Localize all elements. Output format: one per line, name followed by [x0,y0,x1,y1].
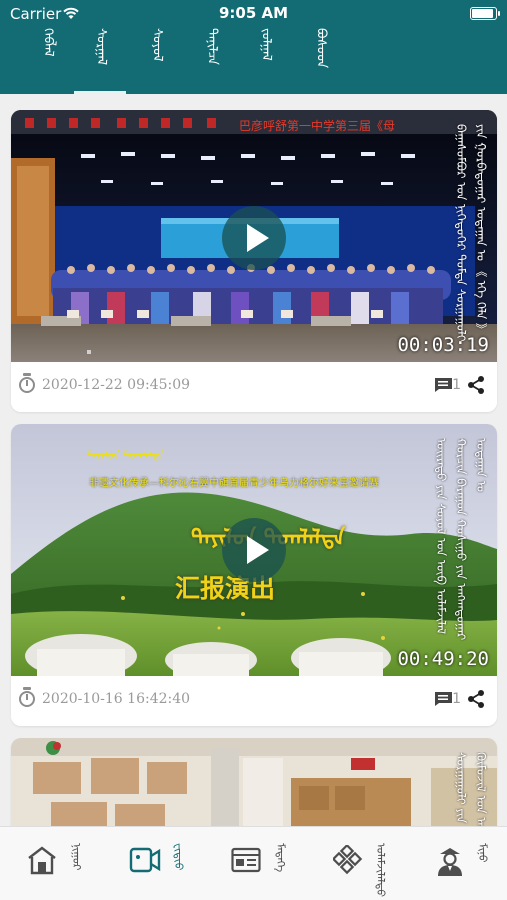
video-title: ᠣᠢᠷᠠᠳᠤ ᠶᠢᠨ ᠰᠣᠶᠣᠯ ᠤᠨ ᠥᠪ ᠤᠯᠠᠮᠵᠢᠯᠠᠯ ᠬᠣᠷᠴᠢᠨ … [434,438,488,641]
video-card[interactable]: ᠲᠠᠶᠢᠯᠤᠨ ᠲᠣᠭᠯᠠᠯᠲᠠ 非遗文化传承—科尔沁右翼中旗首届青少年乌力格尔… [11,424,497,726]
clock-time: 9:05 AM [218,4,289,22]
publish-date: 2020-12-22 09:45:09 [42,377,191,393]
banner-text: 非遗文化传承—科尔沁右翼中旗首届青少年乌力格尔好来宝邀请赛 [89,478,379,489]
news-icon [231,847,261,873]
tab-label: ᠲᠠᠨᠢᠯᠴᠠ [204,28,220,65]
video-title: ᠰᠤᠷᠭᠠᠭᠤᠯᠢ ᠶᠢᠨ ᠬᠦᠮᠦᠵᠢᠯ ᠤᠨ ᠠᠵᠢᠯ [454,752,488,826]
video-thumbnail[interactable]: 巴彦呼舒第一中学第三届《母 ᠪᠠᠭᠠᠰᠤᠮᠪᠤᠷ ᠤᠨ ᠨᠢᠭᠡᠳᠦᠭᠡᠷ ᠳᠤ… [11,110,497,362]
video-duration: 00:49:20 [397,648,489,670]
video-icon [129,847,161,873]
battery-level [472,9,493,18]
comment-icon[interactable] [434,377,453,393]
status-bar: Carrier 9:05 AM [0,0,507,28]
home-icon [28,846,56,875]
video-meta-bar: 2020-10-16 16:42:40 1 [11,676,497,726]
video-feed[interactable]: 巴彦呼舒第一中学第三届《母 ᠪᠠᠭᠠᠰᠤᠮᠪᠤᠷ ᠤᠨ ᠨᠢᠭᠡᠳᠦᠭᠡᠷ ᠳᠤ… [0,94,507,826]
tab-label: ᠪᠤᠰᠤᠳ [313,28,329,69]
tab-6[interactable]: ᠪᠤᠰᠤᠳ [296,26,346,94]
nav-news[interactable]: ᠮᠡᠳᠡᠭᠡ [231,837,291,893]
tab-3[interactable]: ᠰᠣᠶᠣᠯ [132,26,182,94]
video-thumbnail[interactable]: ᠲᠠᠶᠢᠯᠤᠨ ᠲᠣᠭᠯᠠᠯᠲᠠ 非遗文化传承—科尔沁右翼中旗首届青少年乌力格尔… [11,424,497,676]
video-card[interactable]: 巴彦呼舒第一中学第三届《母 ᠪᠠᠭᠠᠰᠤᠮᠪᠤᠷ ᠤᠨ ᠨᠢᠭᠡᠳᠦᠭᠡᠷ ᠳᠤ… [11,110,497,412]
tab-label: ᠵᠤᠯᠭᠠᠯ [258,28,274,61]
tab-label: ᠰᠤᠷᠭᠠᠯ [93,28,109,66]
play-button[interactable] [222,206,286,270]
nav-culture[interactable]: ᠤᠯᠠᠮᠵᠢᠯᠠᠯᠲᠤ [333,837,393,897]
comment-icon[interactable] [434,691,453,707]
tab-4[interactable]: ᠲᠠᠨᠢᠯᠴᠠ [187,26,237,94]
banner-text: 巴彦呼舒第一中学第三届《母 [239,119,396,133]
share-icon[interactable] [467,375,485,395]
video-card[interactable]: ᠰᠤᠷᠭᠠᠭᠤᠯᠢ ᠶᠢᠨ ᠬᠦᠮᠦᠵᠢᠯ ᠤᠨ ᠠᠵᠢᠯ [11,738,497,826]
nav-label: ᠤᠯᠠᠮᠵᠢᠯᠠᠯᠲᠤ [374,843,387,897]
bottom-navigation: ᠨᠢᠭᠤᠷ ᠸᠢᠳᠢᠤ ᠮᠡᠳᠡᠭᠡ ᠤᠯᠠᠮᠵᠢᠯᠠᠯᠲᠤ ᠮᠢᠨᠦ [0,826,507,900]
nav-home[interactable]: ᠨᠢᠭᠤᠷ [27,837,87,893]
play-button[interactable] [222,518,286,582]
tab-2[interactable]: ᠰᠤᠷᠭᠠᠯ [76,26,126,94]
classroom-photo [11,738,497,826]
nav-label: ᠮᠡᠳᠡᠭᠡ [274,843,287,873]
clock-icon [19,687,35,707]
tab-label: ᠰᠣᠶᠣᠯ [149,28,165,62]
nav-profile[interactable]: ᠮᠢᠨᠦ [435,837,495,893]
profile-icon [438,848,462,876]
category-tabs: ᠬᠡᠪᠯᠡᠯ ᠰᠤᠷᠭᠠᠯ ᠰᠣᠶᠣᠯ ᠲᠠᠨᠢᠯᠴᠠ ᠵᠤᠯᠭᠠᠯ ᠪᠤᠰᠤᠳ [0,26,507,94]
tab-1[interactable]: ᠬᠡᠪᠯᠡᠯ [23,26,73,94]
nav-label: ᠮᠢᠨᠦ [476,843,489,863]
banner-mongolian: ᠲᠠᠶᠢᠯᠤᠨ ᠲᠣᠭᠯᠠᠯᠲᠠ [87,449,164,462]
comment-count: 1 [452,377,461,393]
publish-date: 2020-10-16 16:42:40 [42,691,191,707]
share-icon[interactable] [467,689,485,709]
video-title: ᠪᠠᠭᠠᠰᠤᠮᠪᠤᠷ ᠤᠨ ᠨᠢᠭᠡᠳᠦᠭᠡᠷ ᠳᠤᠮᠳᠠ ᠰᠤᠷᠭᠠᠭᠤᠯᠢ … [454,124,488,342]
tab-5[interactable]: ᠵᠤᠯᠭᠠᠯ [241,26,291,94]
video-duration: 00:03:19 [397,334,489,356]
app-header: Carrier 9:05 AM ᠬᠡᠪᠯᠡᠯ ᠰᠤᠷᠭᠠᠯ ᠰᠣᠶᠣᠯ ᠲᠠᠨᠢ… [0,0,507,94]
nav-video[interactable]: ᠸᠢᠳᠢᠤ [129,837,189,893]
tab-label: ᠬᠡᠪᠯᠡᠯ [40,28,56,57]
comment-count: 1 [452,691,461,707]
nav-label: ᠸᠢᠳᠢᠤ [172,843,185,871]
video-meta-bar: 2020-12-22 09:45:09 1 [11,362,497,412]
knot-icon [333,845,363,875]
battery-icon [470,7,500,20]
video-thumbnail[interactable]: ᠰᠤᠷᠭᠠᠭᠤᠯᠢ ᠶᠢᠨ ᠬᠦᠮᠦᠵᠢᠯ ᠤᠨ ᠠᠵᠢᠯ [11,738,497,826]
clock-icon [19,373,35,393]
nav-label: ᠨᠢᠭᠤᠷ [70,843,83,871]
